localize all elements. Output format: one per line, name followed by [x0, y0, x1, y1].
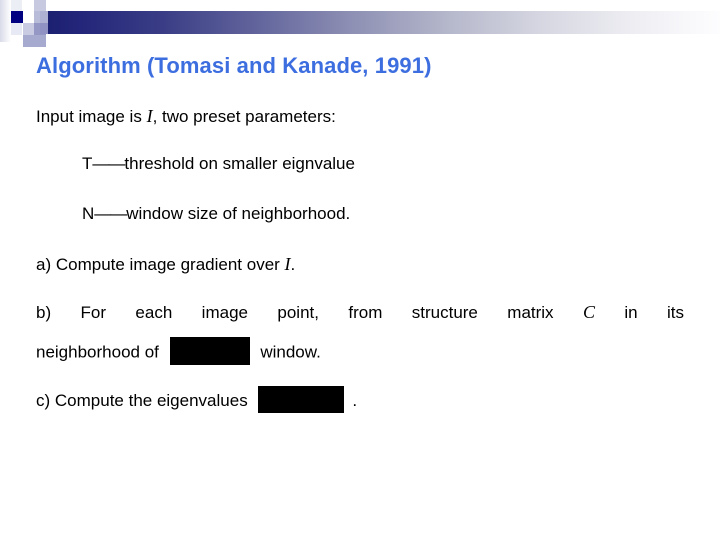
ornament-square-pale-c: [11, 23, 22, 35]
param-t-symbol: T: [82, 154, 93, 173]
ornament-square-overlay-a: [40, 11, 48, 23]
param-line-t: T——threshold on smaller eignvalue: [82, 152, 355, 176]
ornament-square-pale-b: [11, 0, 22, 11]
ornament-square-light-b: [34, 0, 46, 11]
param-t-dash: ——: [92, 154, 125, 173]
param-n-description: window size of neighborhood.: [126, 204, 351, 223]
intro-line: Input image is I, two preset parameters:: [36, 104, 336, 129]
slide-canvas: Algorithm (Tomasi and Kanade, 1991) Inpu…: [0, 0, 720, 540]
ornament-square-mid-a: [23, 23, 34, 35]
param-t-description: threshold on smaller eignvalue: [124, 154, 355, 173]
step-line-a: a) Compute image gradient over I.: [36, 252, 295, 277]
step-line-b: b) For each image point, from structure …: [36, 300, 684, 367]
step-a-marker: a): [36, 255, 52, 274]
step-a-text-before: Compute image gradient over: [51, 255, 285, 274]
param-n-symbol: N: [82, 204, 95, 223]
header-gradient-bar: [40, 11, 720, 34]
ornament-square-dark: [11, 11, 23, 23]
param-line-n: N——window size of neighborhood.: [82, 202, 350, 226]
ornament-square-pale-a: [0, 0, 11, 42]
step-b-text-line2-after: window.: [255, 342, 321, 362]
step-a-text-after: .: [290, 255, 296, 274]
step-c-text-before: Compute the eigenvalues: [50, 390, 253, 410]
intro-text-after: , two preset parameters:: [152, 107, 336, 126]
step-b-first-line: b) For each image point, from structure …: [36, 300, 684, 325]
step-b-text-before: For each image point, from structure mat…: [80, 303, 583, 322]
step-line-c: c) Compute the eigenvalues .: [36, 386, 358, 415]
intro-text-before: Input image is: [36, 107, 147, 126]
step-b-variable-C: C: [582, 302, 595, 322]
ornament-square-light-a: [23, 11, 34, 23]
step-b-marker: b): [36, 303, 52, 322]
step-b-text-line2-before: neighborhood of: [36, 342, 164, 362]
missing-image-placeholder-eigenvalues: [258, 386, 345, 413]
page-title: Algorithm (Tomasi and Kanade, 1991): [36, 53, 432, 78]
ornament-square-light-d: [46, 0, 58, 11]
param-n-dash: ——: [94, 204, 127, 223]
step-c-text-after: .: [352, 390, 358, 410]
ornament-square-overlay-b: [40, 23, 48, 34]
step-b-text-after: in its: [594, 303, 684, 322]
missing-image-placeholder-window: [169, 337, 250, 365]
step-b-second-line: neighborhood of window.: [36, 337, 684, 367]
ornament-square-mid-c: [23, 35, 46, 47]
step-c-marker: c): [36, 390, 51, 410]
